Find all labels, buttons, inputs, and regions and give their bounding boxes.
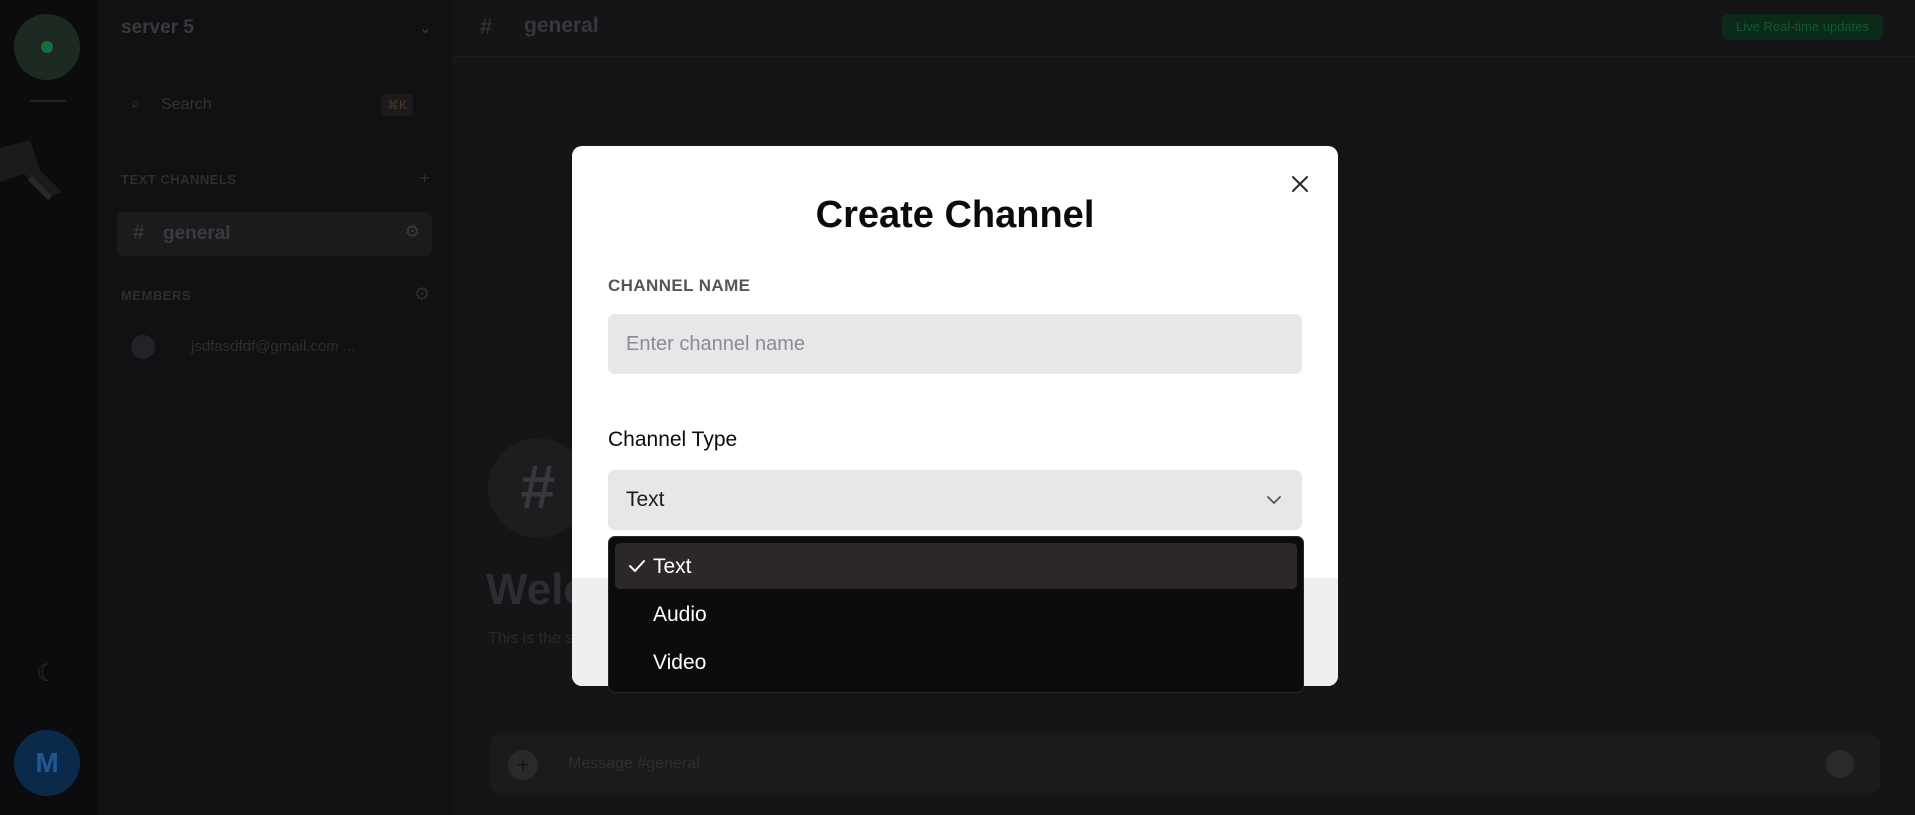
option-label: Audio: [653, 603, 707, 626]
option-label: Text: [653, 555, 692, 578]
channel-type-label: Channel Type: [608, 428, 738, 451]
channel-type-value: Text: [626, 488, 665, 511]
option-label: Video: [653, 651, 707, 674]
close-icon: [1292, 176, 1308, 192]
option-text[interactable]: Text: [615, 543, 1297, 589]
channel-name-label: CHANNEL NAME: [608, 276, 751, 295]
option-video[interactable]: Video: [615, 639, 1297, 685]
channel-name-input[interactable]: [608, 314, 1302, 374]
channel-type-select[interactable]: Text: [608, 470, 1302, 530]
channel-type-dropdown: Text Audio Video: [608, 536, 1304, 693]
modal-title: Create Channel: [815, 194, 1095, 236]
check-icon: [629, 560, 645, 572]
option-audio[interactable]: Audio: [615, 591, 1297, 637]
chevron-down-icon: [1267, 496, 1281, 504]
